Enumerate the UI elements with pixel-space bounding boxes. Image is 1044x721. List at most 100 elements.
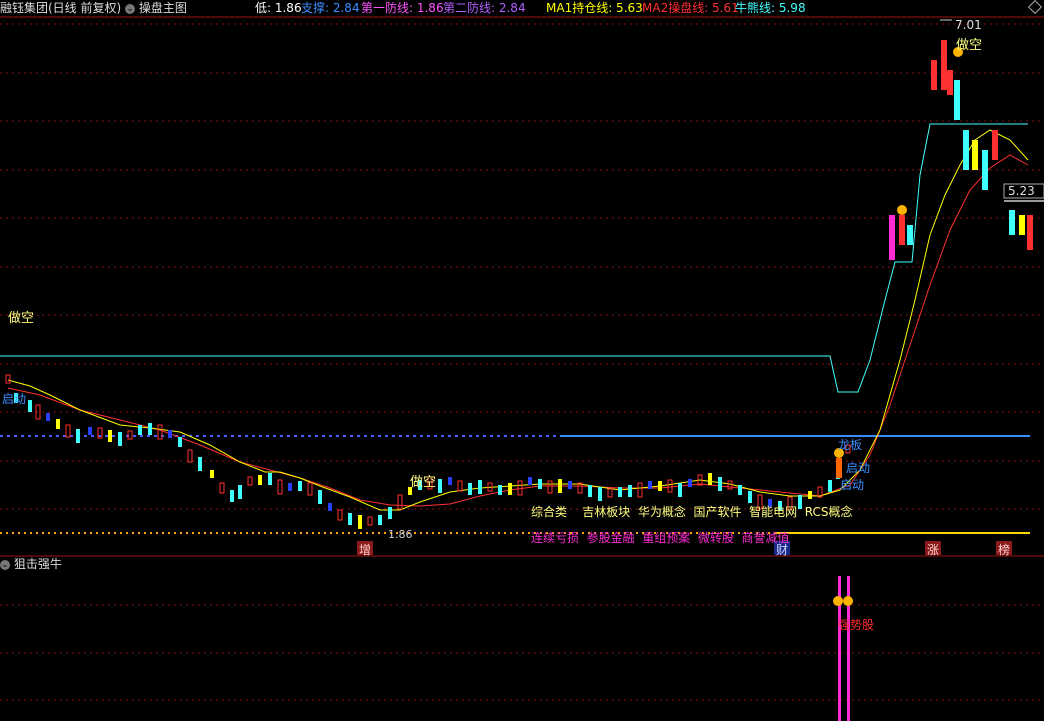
candle (972, 140, 978, 170)
candle (982, 150, 988, 190)
candle (678, 483, 682, 497)
candle (168, 430, 172, 438)
stock-chart[interactable] (0, 0, 1044, 721)
indicator-menu-label: 操盘主图 (138, 1, 187, 15)
indicator-bull-bear: 牛熊线: 5.98 (735, 1, 806, 15)
candle (808, 491, 812, 499)
candle (298, 481, 302, 491)
candle (438, 479, 442, 493)
candle (337, 509, 343, 521)
candle (348, 513, 352, 525)
gold-marker (897, 205, 907, 215)
subpanel-header: ⌄ 狙击强牛 (0, 556, 62, 572)
indicator-menu[interactable]: ⌄ 操盘主图 (125, 0, 187, 16)
indicator-ma1: MA1持仓线: 5.63 (546, 1, 643, 15)
event-marker-zeng[interactable]: 增 (359, 541, 371, 558)
candle (187, 449, 193, 463)
candle (508, 483, 512, 495)
candle (637, 482, 643, 498)
candle (748, 491, 752, 503)
candle (828, 480, 832, 492)
bull-bear-line (0, 123, 1028, 393)
indicator-defense-2: 第二防线: 2.84 (443, 1, 526, 15)
candle (528, 477, 532, 485)
candle (448, 477, 452, 485)
candle (889, 215, 895, 260)
indicator-ma2: MA2操盘线: 5.61 (642, 1, 739, 15)
candle (498, 485, 502, 495)
candle (658, 481, 662, 491)
candle (268, 473, 272, 485)
candle (88, 427, 92, 435)
chevron-down-icon[interactable]: ⌄ (0, 559, 10, 570)
candle (230, 490, 234, 502)
candle (46, 413, 50, 421)
candle (947, 70, 953, 95)
candle (388, 507, 392, 519)
short-sell-label: 做空 (956, 38, 983, 53)
event-marker-bang[interactable]: 榜 (998, 541, 1010, 558)
indicator-defense-1: 第一防线: 1.86 (361, 1, 444, 15)
candle (118, 432, 122, 446)
candle (247, 476, 253, 486)
event-marker-cai[interactable]: 财 (776, 541, 788, 558)
candle (899, 215, 905, 245)
candle (307, 482, 313, 496)
candle (138, 425, 142, 435)
candle (28, 400, 32, 412)
candle (457, 480, 463, 492)
candle (538, 479, 542, 489)
candle (954, 80, 960, 120)
candle (328, 503, 332, 511)
concepts-line-1: 综合类 吉林板块 华为概念 国产软件 智能电网 RCS概念 (531, 505, 853, 519)
ma1-line (7, 129, 1029, 511)
price-tag-label: 5.23 (1008, 184, 1035, 198)
candle (628, 485, 632, 497)
candle (318, 490, 322, 504)
gold-marker (833, 596, 843, 606)
dragon-board-label: 龙板 (838, 438, 863, 452)
chevron-down-icon[interactable]: ⌄ (125, 3, 135, 14)
candle (378, 515, 382, 525)
candle (907, 225, 913, 245)
candle (667, 479, 673, 493)
launch-label: 启动 (840, 478, 865, 492)
candle (547, 480, 553, 494)
candle (738, 485, 742, 495)
candle (56, 419, 60, 429)
candle (76, 429, 80, 443)
candle (397, 494, 403, 510)
candle (258, 475, 262, 485)
candle (238, 485, 242, 499)
indicator-low: 低: 1.86 (255, 1, 302, 15)
candle (1027, 215, 1033, 250)
candle (618, 487, 622, 497)
candle (708, 473, 712, 485)
candle (931, 60, 937, 90)
launch-label: 启动 (2, 392, 27, 406)
candle (963, 130, 969, 170)
candle (718, 477, 722, 491)
candlesticks (5, 40, 1033, 529)
chart-header: 融钰集团(日线 前复权) ⌄ 操盘主图 低: 1.86 支撑: 2.84 第一防… (0, 0, 1044, 16)
candle (108, 430, 112, 442)
event-marker-zhang[interactable]: 涨 (927, 541, 939, 558)
high-value-label: 7.01 (955, 18, 982, 32)
candle (277, 479, 283, 495)
candle (727, 480, 733, 490)
subpanel-title[interactable]: 狙击强牛 (14, 557, 62, 571)
stock-title[interactable]: 融钰集团(日线 前复权) (0, 0, 121, 16)
launch-label: 启动 (846, 461, 871, 475)
candle (607, 488, 613, 498)
candle (688, 479, 692, 487)
candle (941, 40, 947, 90)
low-value-label: 1.86 (388, 528, 413, 541)
gold-marker (843, 596, 853, 606)
candle (588, 485, 592, 497)
candle (468, 483, 472, 495)
indicator-support: 支撑: 2.84 (301, 1, 360, 15)
candle (358, 515, 362, 529)
candle (648, 481, 652, 489)
candle (219, 482, 225, 494)
candle (288, 483, 292, 491)
